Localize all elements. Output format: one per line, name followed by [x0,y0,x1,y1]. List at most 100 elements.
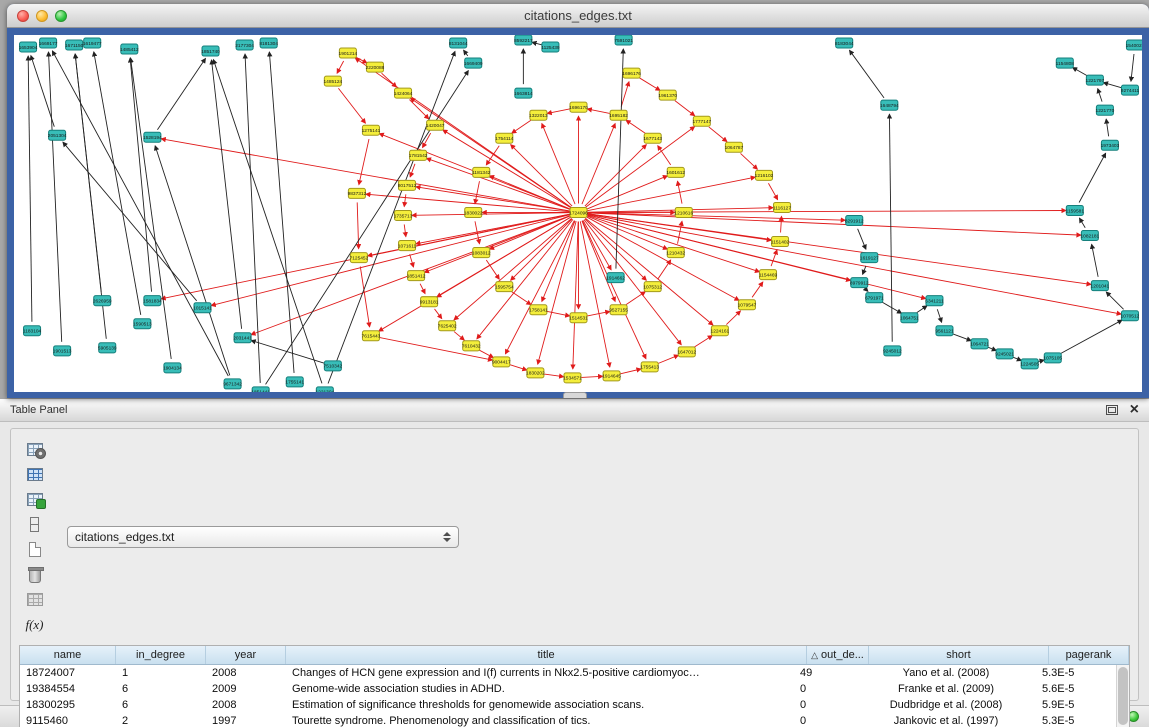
graph-node[interactable]: 1116127 [773,202,791,212]
graph-node[interactable]: 1154808 [1056,58,1075,68]
graph-node[interactable]: 7610432 [462,341,481,351]
graph-node[interactable]: 1781542 [409,150,428,160]
table-mode-button[interactable] [21,437,48,462]
graph-node[interactable]: 1830022 [464,207,483,217]
short-cell[interactable]: Yano et al. (2008) [856,667,1036,679]
table-row[interactable]: 1830029562008Estimation of significance … [20,697,1116,713]
table-row[interactable]: 1872400712008Changes of HCN gene express… [20,665,1116,681]
graph-node[interactable]: 1210616 [674,207,693,217]
graph-node[interactable]: 1590513 [133,319,152,329]
network-canvas[interactable]: 1724096121061616016121677143169518216961… [14,35,1142,392]
show-columns-button[interactable] [21,462,48,487]
graph-node[interactable]: 1724096 [569,207,588,217]
graph-node[interactable]: 1083012 [472,248,491,258]
graph-node[interactable]: 1754114 [495,133,514,143]
in_degree-cell[interactable]: 6 [116,683,206,695]
graph-node[interactable]: 1669409 [464,58,483,68]
graph-node[interactable]: 9004417 [492,357,511,367]
graph-node[interactable]: 1619127 [860,253,879,263]
column-header-out_degree[interactable]: △out_de... [807,646,869,664]
function-builder-button[interactable]: f(x) [21,612,48,637]
graph-node[interactable]: 1154469 [759,270,778,280]
graph-node[interactable]: 1420047 [426,120,445,130]
in_degree-cell[interactable]: 1 [116,667,206,679]
graph-node[interactable]: 8017512 [398,180,417,190]
graph-node[interactable]: 1424064 [394,88,413,98]
short-cell[interactable]: Dudbridge et al. (2008) [856,699,1036,711]
graph-node[interactable]: 1221797 [1086,75,1105,85]
graph-node[interactable]: 1221304 [315,387,334,392]
year-cell[interactable]: 2008 [206,699,286,711]
scrollbar-thumb[interactable] [1118,667,1128,725]
graph-node[interactable]: 2626959 [93,296,112,306]
graph-node[interactable]: 1485412 [120,44,139,54]
graph-node[interactable]: 1528194 [143,132,162,142]
year-cell[interactable]: 2008 [206,667,286,679]
table-scrollbar[interactable] [1116,665,1129,727]
table-selector-dropdown[interactable]: citations_edges.txt [67,526,459,548]
graph-node[interactable]: 1647012 [677,347,696,357]
pagerank-cell[interactable]: 5.9E-5 [1036,699,1116,711]
new-column-button[interactable] [21,537,48,562]
in_degree-cell[interactable]: 6 [116,699,206,711]
graph-node[interactable]: 1777147 [692,116,711,126]
graph-node[interactable]: 7615443 [362,331,381,341]
out_degree-cell[interactable]: 0 [794,715,856,727]
graph-node[interactable]: 1534571 [563,373,582,383]
out_degree-cell[interactable]: 49 [794,667,856,679]
graph-node[interactable]: 9527155 [609,305,628,315]
graph-node[interactable]: 7625402 [438,321,457,331]
graph-node[interactable]: 1125439 [541,42,560,52]
pagerank-cell[interactable]: 5.3E-5 [1036,667,1116,679]
year-cell[interactable]: 2009 [206,683,286,695]
graph-node[interactable]: 1540021 [1126,40,1142,50]
zoom-window-button[interactable] [55,10,67,22]
graph-node[interactable]: 1653904 [19,42,38,52]
graph-node[interactable]: 1064787 [725,142,744,152]
name-cell[interactable]: 19384554 [20,683,116,695]
short-cell[interactable]: Jankovic et al. (1997) [856,715,1036,727]
row-options-button[interactable] [21,512,48,537]
graph-node[interactable]: 1595754 [495,282,514,292]
graph-node[interactable]: 1485124 [324,76,343,86]
graph-node[interactable]: 1901214 [339,48,358,58]
graph-node[interactable]: 8979912 [850,278,869,288]
graph-node[interactable]: 1210432 [666,248,685,258]
graph-node[interactable]: 8131044 [449,38,468,48]
name-cell[interactable]: 9115460 [20,715,116,727]
graph-node[interactable]: 1224505 [1020,359,1039,369]
graph-node[interactable]: 1151402 [771,237,790,247]
graph-node[interactable]: 1581834 [143,296,162,306]
graph-node[interactable]: 1181342 [472,167,491,177]
graph-node[interactable]: 1601612 [666,167,685,177]
out_degree-cell[interactable]: 0 [794,683,856,695]
graph-node[interactable]: 1851441 [251,387,270,392]
graph-node[interactable]: 9274411 [1121,85,1140,95]
graph-node[interactable]: 9913181 [420,297,439,307]
graph-node[interactable]: 9561121 [935,326,954,336]
graph-node[interactable]: 1914645 [602,371,621,381]
table-row[interactable]: 1938455462009Genome-wide association stu… [20,681,1116,697]
import-table-button[interactable] [21,487,48,512]
name-cell[interactable]: 18300295 [20,699,116,711]
graph-node[interactable]: 9671342 [223,379,242,389]
delete-table-button[interactable] [21,587,48,612]
column-header-short[interactable]: short [869,646,1049,664]
graph-node[interactable]: 7510342 [324,361,343,371]
column-header-pagerank[interactable]: pagerank [1049,646,1129,664]
graph-node[interactable]: 1696170 [569,102,588,112]
graph-node[interactable]: 1079547 [738,300,757,310]
graph-node[interactable]: 1696176 [622,68,641,78]
graph-node[interactable]: 9245021 [995,349,1014,359]
graph-node[interactable]: 1735713 [394,210,413,220]
graph-node[interactable]: 1070512 [1121,311,1140,321]
graph-node[interactable]: 1064751 [900,313,919,323]
in_degree-cell[interactable]: 2 [116,715,206,727]
delete-columns-button[interactable] [21,562,48,587]
graph-node[interactable]: 1663814 [514,88,533,98]
graph-node[interactable]: 1671150 [65,40,84,50]
graph-node[interactable]: 1183104 [23,326,42,336]
pagerank-cell[interactable]: 5.6E-5 [1036,683,1116,695]
graph-node[interactable]: 1619477 [83,38,102,48]
graph-node[interactable]: 1159581 [1066,205,1085,215]
